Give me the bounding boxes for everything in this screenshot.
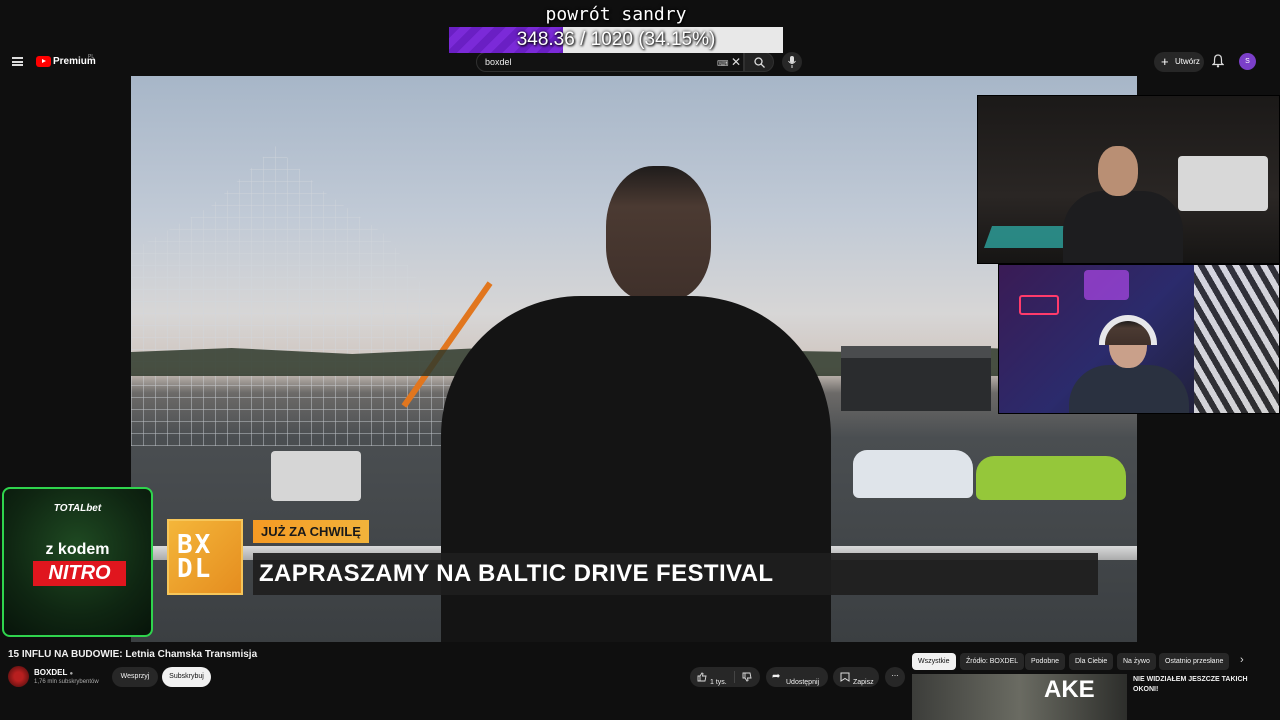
headline-bar: ZAPRASZAMY NA BALTIC DRIVE FESTIVAL	[253, 553, 1098, 595]
boxdel-logo: BX DL	[167, 519, 243, 595]
verified-icon: ●	[69, 671, 74, 677]
country-code: PL	[88, 54, 95, 60]
search-icon	[754, 57, 765, 68]
chip-all[interactable]: Wszystkie	[912, 653, 956, 670]
mic-icon	[788, 56, 796, 68]
save-icon	[840, 672, 850, 682]
headphones	[1099, 315, 1157, 345]
webcam-top-person-face	[1098, 146, 1138, 196]
sponsor-ad: TOTALbet z kodem NITRO	[2, 487, 153, 637]
create-button-label: Utwórz	[1175, 57, 1200, 66]
create-button[interactable]: + Utwórz	[1154, 52, 1204, 72]
green-car	[976, 456, 1126, 500]
goal-progress-text: 348.36 / 1020 (34.15%)	[516, 29, 716, 50]
youtube-logo[interactable]	[36, 56, 51, 67]
air-conditioner	[1178, 156, 1268, 211]
recommended-thumbnail[interactable]: AKE	[912, 674, 1127, 720]
subscriber-count: 1,76 mln subskrybentów	[34, 679, 99, 685]
boxdel-logo-text: BX DL	[177, 530, 213, 584]
chip-recent[interactable]: Ostatnio przesłane	[1159, 653, 1230, 670]
webcam-bottom	[998, 264, 1280, 414]
goal-progress-bar: 348.36 / 1020 (34.15%)	[449, 27, 783, 53]
headline-text: ZAPRASZAMY NA BALTIC DRIVE FESTIVAL	[259, 560, 774, 587]
webcam-bottom-person-body	[1069, 365, 1189, 413]
recommended-thumbnail-text: AKE	[1044, 676, 1095, 703]
save-button[interactable]: Zapisz	[833, 667, 879, 687]
goal-title: powrót sandry	[545, 4, 687, 25]
striped-wall	[1194, 265, 1279, 413]
search-input[interactable]: boxdel ⌨ ✕	[476, 52, 744, 72]
recommended-title[interactable]: NIE WIDZIAŁEM JESZCZE TAKICH OKONI!	[1133, 675, 1263, 695]
sponsor-brand: TOTALbet	[53, 503, 102, 514]
bell-icon[interactable]	[1212, 54, 1224, 68]
voice-search-button[interactable]	[782, 52, 802, 72]
search-input-value[interactable]: boxdel	[485, 57, 512, 67]
thumbs-up-icon[interactable]	[697, 672, 707, 682]
like-count[interactable]: 1 tys.	[710, 673, 727, 693]
account-avatar[interactable]: S	[1239, 53, 1256, 70]
plus-icon: +	[1161, 54, 1169, 69]
share-label: Udostępnij	[786, 679, 820, 686]
save-label: Zapisz	[853, 679, 874, 686]
thumbs-down-icon[interactable]	[742, 672, 752, 682]
menu-icon[interactable]	[12, 57, 23, 66]
neon-light	[1084, 270, 1129, 300]
more-icon: ⋯	[891, 673, 899, 680]
share-icon: ➦	[772, 671, 781, 682]
chip-live[interactable]: Na żywo	[1117, 653, 1156, 670]
sponsor-code: NITRO	[33, 561, 126, 586]
search-button[interactable]	[744, 52, 774, 72]
coming-soon-tag: JUŻ ZA CHWILĘ	[253, 520, 369, 543]
webcam-top-person-body	[1063, 191, 1183, 263]
clear-icon[interactable]: ✕	[731, 55, 741, 69]
neon-sign	[1019, 295, 1059, 315]
channel-name[interactable]: BOXDEL ●	[34, 668, 73, 677]
chevron-right-icon[interactable]: ›	[1240, 654, 1244, 666]
chip-for-you[interactable]: Dla Ciebie	[1069, 653, 1114, 670]
video-title: 15 INFLU NA BUDOWIE: Letnia Chamska Tran…	[8, 649, 258, 660]
keyboard-icon[interactable]: ⌨	[717, 59, 729, 68]
chip-similar[interactable]: Podobne	[1025, 653, 1066, 670]
golf-cart	[271, 451, 361, 501]
support-button[interactable]: Wesprzyj	[112, 667, 158, 687]
like-dislike-group: 1 tys.	[690, 667, 760, 687]
channel-name-text[interactable]: BOXDEL	[34, 668, 67, 677]
channel-avatar[interactable]	[8, 666, 29, 687]
subscribe-button[interactable]: Subskrybuj	[162, 667, 211, 687]
streamer-head	[606, 166, 711, 301]
page: powrót sandry 348.36 / 1020 (34.15%) Pre…	[0, 0, 1280, 720]
tent-building	[841, 346, 991, 411]
share-button[interactable]: ➦ Udostępnij	[766, 667, 828, 687]
webcam-top	[977, 95, 1280, 264]
keyboard-glow	[983, 226, 1073, 248]
police-car	[853, 450, 973, 498]
sponsor-code-label: z kodem	[45, 541, 110, 558]
more-actions-button[interactable]: ⋯	[885, 667, 905, 687]
chip-source[interactable]: Źródło: BOXDEL	[960, 653, 1025, 670]
like-divider	[734, 671, 735, 683]
